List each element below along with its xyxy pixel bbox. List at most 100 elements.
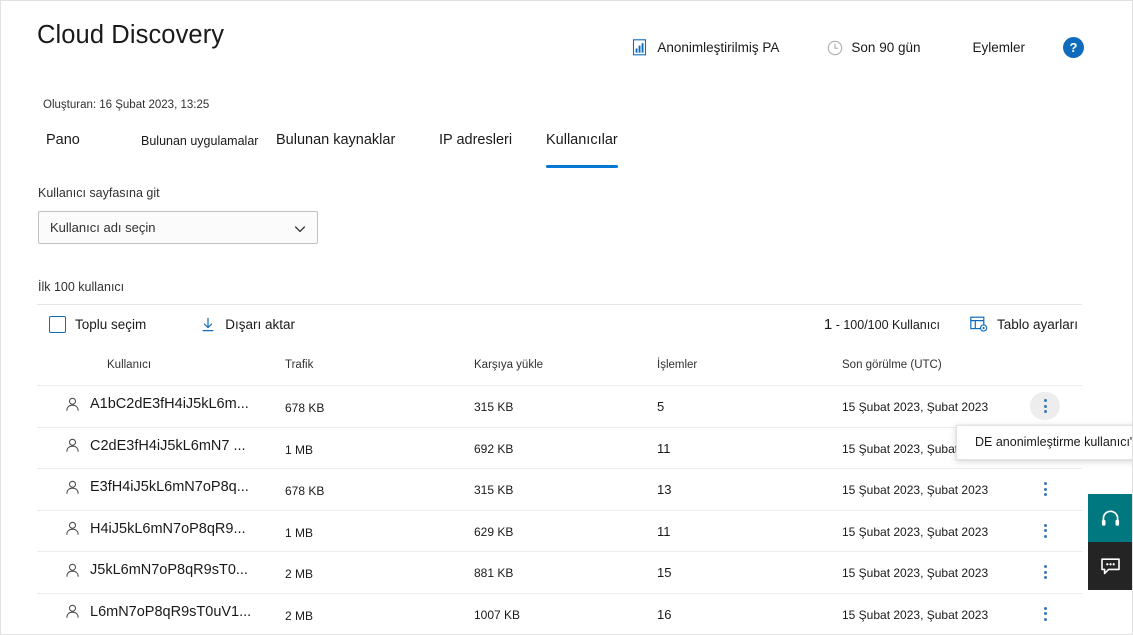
- toolbar-divider: [37, 304, 1082, 305]
- tab-discovered-resources[interactable]: Bulunan kaynaklar: [276, 132, 395, 158]
- anonymization-tooltip: DE anonimleştirme kullanıcı".: [956, 425, 1132, 460]
- time-range-button[interactable]: Son 90 gün: [825, 36, 922, 60]
- cell-last-seen: 15 Şubat 2023, Şubat 2023: [842, 400, 989, 414]
- toolbar-left-group: Toplu seçim Dışarı aktar: [45, 313, 299, 336]
- record-count-start: 1: [823, 315, 833, 333]
- table-row[interactable]: E3fH4iJ5kL6mN7oP8q... 678 KB 315 KB 13 1…: [37, 468, 1082, 510]
- cell-upload: 692 KB: [474, 441, 514, 456]
- export-button[interactable]: Dışarı aktar: [196, 314, 299, 336]
- column-header-upload[interactable]: Karşıya yükle: [474, 359, 543, 371]
- cell-user: L6mN7oP8qR9sT0uV1...: [65, 604, 251, 620]
- cell-user: E3fH4iJ5kL6mN7oP8q...: [65, 479, 249, 495]
- anonymized-pa-button[interactable]: Anonimleştirilmiş PA: [630, 35, 781, 60]
- cell-user: C2dE3fH4iJ5kL6mN7 ...: [65, 438, 246, 454]
- table-toolbar: Toplu seçim Dışarı aktar 1 - 100/100 Kul…: [37, 313, 1082, 347]
- cell-upload: 881 KB: [474, 566, 514, 580]
- row-more-actions-button[interactable]: [1030, 392, 1060, 420]
- actions-button[interactable]: Eylemler: [970, 36, 1027, 59]
- table-settings-icon: [970, 316, 988, 332]
- actions-label: Eylemler: [972, 40, 1025, 55]
- bulk-select-button[interactable]: Toplu seçim: [45, 313, 150, 336]
- list-caption: İlk 100 kullanıcı: [38, 280, 125, 294]
- record-count: 1 - 100/100 Kullanıcı: [824, 316, 940, 333]
- cell-user-name: H4iJ5kL6mN7oP8qR9...: [90, 520, 246, 537]
- table-row[interactable]: A1bC2dE3fH4iJ5kL6m... 678 KB 315 KB 5 15…: [37, 385, 1082, 427]
- table-row[interactable]: J5kL6mN7oP8qR9sT0... 2 MB 881 KB 15 15 Ş…: [37, 551, 1082, 593]
- cell-user-name: E3fH4iJ5kL6mN7oP8q...: [90, 479, 249, 495]
- anonymized-pa-label: Anonimleştirilmiş PA: [657, 40, 780, 55]
- cell-traffic: 678 KB: [285, 401, 325, 415]
- download-icon: [200, 317, 216, 333]
- person-icon: [65, 438, 80, 453]
- table-settings-button[interactable]: Tablo ayarları: [966, 313, 1082, 335]
- cell-traffic: 678 KB: [285, 484, 325, 498]
- cell-traffic: 1 MB: [285, 525, 314, 540]
- cloud-discovery-page: Cloud Discovery Anonimleştirilmiş PA Son…: [0, 0, 1133, 635]
- support-button[interactable]: [1088, 494, 1132, 542]
- support-headset-icon: [1100, 508, 1121, 529]
- tab-label: Bulunan uygulamalar: [141, 134, 259, 148]
- person-icon: [65, 521, 80, 536]
- tab-bar: Pano Bulunan uygulamalar Bulunan kaynakl…: [41, 132, 681, 174]
- floating-side-widgets: [1088, 494, 1132, 590]
- cell-operations: 11: [657, 523, 671, 539]
- cell-operations: 11: [657, 440, 671, 456]
- column-header-user[interactable]: Kullanıcı: [107, 359, 151, 371]
- row-more-actions-button[interactable]: [1030, 517, 1060, 545]
- tab-pano[interactable]: Pano: [46, 132, 80, 158]
- person-icon: [65, 480, 80, 495]
- row-more-actions-button[interactable]: [1030, 558, 1060, 586]
- checkbox-icon[interactable]: [49, 316, 66, 333]
- user-name-select-value: Kullanıcı adı seçin: [50, 220, 156, 235]
- created-by-text: Oluşturan: 16 Şubat 2023, 13:25: [43, 99, 210, 111]
- time-range-label: Son 90 gün: [851, 40, 921, 55]
- cell-operations: 13: [657, 482, 672, 497]
- bulk-select-label: Toplu seçim: [75, 317, 147, 332]
- cell-user-name: L6mN7oP8qR9sT0uV1...: [90, 603, 252, 620]
- cell-upload: 315 KB: [474, 483, 514, 497]
- cell-traffic: 2 MB: [285, 567, 314, 581]
- cell-user: A1bC2dE3fH4iJ5kL6m...: [65, 396, 249, 412]
- cell-last-seen: 15 Şubat 2023, Şubat 2023: [842, 483, 989, 497]
- table-settings-label: Tablo ayarları: [996, 316, 1078, 332]
- cell-user-name: A1bC2dE3fH4iJ5kL6m...: [90, 396, 249, 412]
- cell-traffic: 1 MB: [285, 442, 314, 457]
- tab-discovered-apps[interactable]: Bulunan uygulamalar: [141, 134, 258, 158]
- active-tab-indicator: [546, 165, 618, 168]
- cell-operations: 15: [657, 565, 672, 580]
- tab-label: IP adresleri: [439, 132, 513, 148]
- table-header-row: Kullanıcı Trafik Karşıya yükle İşlemler …: [37, 359, 1082, 385]
- column-header-last-seen[interactable]: Son görülme (UTC): [842, 359, 942, 371]
- cell-last-seen: 15 Şubat 2023, Şubat 2023: [842, 566, 989, 580]
- table-row[interactable]: L6mN7oP8qR9sT0uV1... 2 MB 1007 KB 16 15 …: [37, 592, 1082, 635]
- cell-operations: 5: [657, 399, 665, 414]
- tab-ip-addresses[interactable]: IP adresleri: [439, 132, 512, 158]
- tab-label: Bulunan kaynaklar: [276, 132, 396, 148]
- help-icon[interactable]: ?: [1063, 37, 1084, 58]
- cell-user: H4iJ5kL6mN7oP8qR9...: [65, 521, 246, 537]
- column-header-ops[interactable]: İşlemler: [657, 359, 697, 371]
- cell-upload: 629 KB: [474, 524, 514, 539]
- header-actions: Anonimleştirilmiş PA Son 90 gün Eylemler…: [630, 35, 1084, 60]
- clock-icon: [827, 40, 843, 56]
- row-more-actions-button[interactable]: [1030, 475, 1060, 503]
- row-more-actions-button[interactable]: [1030, 600, 1060, 628]
- cell-traffic: 2 MB: [285, 608, 314, 623]
- tab-users[interactable]: Kullanıcılar: [546, 132, 618, 168]
- column-header-traffic[interactable]: Trafik: [285, 359, 313, 371]
- cell-operations: 16: [657, 606, 672, 622]
- cell-user-name: J5kL6mN7oP8qR9sT0...: [90, 562, 248, 578]
- cell-user: J5kL6mN7oP8qR9sT0...: [65, 562, 248, 578]
- users-table: Kullanıcı Trafik Karşıya yükle İşlemler …: [37, 359, 1082, 634]
- cell-upload: 315 KB: [474, 400, 514, 414]
- user-picker-label: Kullanıcı sayfasına git: [38, 186, 160, 200]
- feedback-button[interactable]: [1088, 542, 1132, 590]
- export-label: Dışarı aktar: [225, 317, 296, 332]
- tab-label: Kullanıcılar: [546, 132, 618, 148]
- cell-user-name: C2dE3fH4iJ5kL6mN7 ...: [90, 437, 246, 454]
- feedback-chat-icon: [1100, 557, 1121, 576]
- user-name-select[interactable]: Kullanıcı adı seçin: [38, 211, 318, 244]
- table-row[interactable]: H4iJ5kL6mN7oP8qR9... 1 MB 629 KB 11 15 Ş…: [37, 509, 1082, 552]
- cell-last-seen: 15 Şubat 2023, Şubat 2023: [842, 607, 989, 622]
- table-row[interactable]: C2dE3fH4iJ5kL6mN7 ... 1 MB 692 KB 11 15 …: [37, 426, 1082, 469]
